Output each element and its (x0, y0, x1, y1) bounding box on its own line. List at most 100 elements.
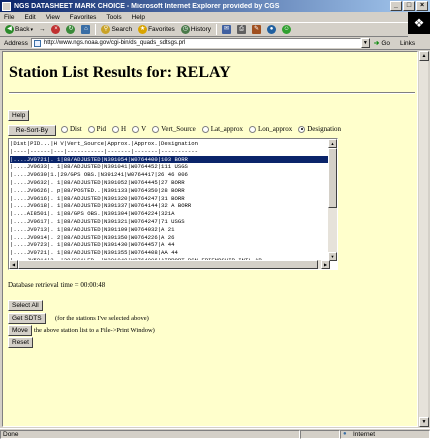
radio-button[interactable] (152, 125, 160, 133)
scroll-right-button[interactable]: ▶ (321, 260, 330, 269)
radio-button[interactable] (87, 125, 95, 133)
station-list-item[interactable]: |....JV0721|. 1|88/ADJUSTED|N391355|W076… (10, 249, 328, 257)
radio-button[interactable] (201, 125, 209, 133)
address-input[interactable]: http://www.ngs.noaa.gov/cgi-bin/ds_quads… (30, 38, 361, 48)
refresh-icon: ↻ (66, 25, 76, 34)
radio-button[interactable] (61, 125, 68, 133)
favorites-icon: ★ (138, 25, 148, 34)
sort-options: Dist Pid H V Vert_Source Lat_approx Lon_… (61, 125, 341, 133)
station-list-item[interactable]: |....JV0617|. 1|88/ADJUSTED|N391321|W076… (10, 218, 328, 226)
sort-option-pid[interactable]: Pid (87, 125, 106, 133)
radio-button[interactable] (249, 125, 257, 133)
discuss-button[interactable]: ● (265, 24, 278, 36)
station-list-item[interactable]: |Dist|PID...|H V|Vert_Source|Approx.|App… (10, 140, 328, 148)
listbox-vertical-scrollbar[interactable]: ▲ ▼ (328, 139, 337, 261)
search-icon: ⚲ (101, 25, 111, 34)
help-button[interactable]: Help (8, 110, 30, 121)
toolbar: ◀ Back ▾ → × ↻ ⌂ ⚲ Search ★ Favorites ◷ … (0, 23, 408, 37)
station-listbox[interactable]: |Dist|PID...|H V|Vert_Source|Approx.|App… (8, 138, 338, 270)
station-list-item[interactable]: |....JV0721|. 1|88/ADJUSTED|N391054|W076… (10, 155, 328, 164)
move-button[interactable]: Move (8, 325, 32, 336)
station-list-item[interactable]: |....JV0626|. p|88/POSTED..|N391133|W076… (10, 187, 328, 195)
station-list-item[interactable]: |....JV0616|. 1|88/ADJUSTED|N391320|W076… (10, 195, 328, 203)
listbox-vertical-thumb[interactable] (328, 148, 337, 208)
station-list-item[interactable]: |....JV0914|. 2|88/ADJUSTED|N391350|W076… (10, 234, 328, 242)
sort-option-dist[interactable]: Dist (61, 125, 82, 133)
select-all-button[interactable]: Select All (8, 300, 43, 311)
reset-button[interactable]: Reset (8, 337, 33, 348)
refresh-button[interactable]: ↻ (64, 24, 77, 36)
page-title: Station List Results for: RELAY (9, 64, 231, 81)
home-icon: ⌂ (81, 25, 91, 34)
print-button[interactable]: ⎙ (235, 24, 248, 36)
radio-button-checked[interactable] (298, 125, 306, 133)
menu-tools[interactable]: Tools (106, 14, 121, 21)
menu-edit[interactable]: Edit (24, 14, 35, 21)
close-button[interactable]: × (416, 1, 428, 11)
minimize-button[interactable]: _ (390, 1, 402, 11)
station-list-item[interactable]: |....JV0632|. 1|88/ADJUSTED|N391052|W076… (10, 179, 328, 187)
station-list-item[interactable]: |....JV0723|. 1|88/ADJUSTED|N391430|W076… (10, 241, 328, 249)
back-button[interactable]: ◀ Back ▾ (3, 24, 35, 36)
forward-arrow-icon: → (38, 26, 46, 33)
horizontal-rule (9, 92, 415, 94)
sort-option-vert-source[interactable]: Vert_Source (152, 125, 196, 133)
listbox-horizontal-thumb[interactable] (18, 260, 318, 269)
maximize-button[interactable]: □ (403, 1, 415, 11)
edit-icon: ✎ (252, 25, 262, 34)
station-list-item[interactable]: |....AI8501|. 1|88/GPS OBS.|N391304|W076… (10, 210, 328, 218)
window-title: NGS DATASHEET MARK CHOICE - Microsoft In… (14, 2, 280, 10)
sort-option-lon-approx[interactable]: Lon_approx (249, 125, 292, 133)
radio-button[interactable] (112, 125, 120, 133)
favorites-button[interactable]: ★ Favorites (136, 24, 177, 36)
menu-file[interactable]: File (4, 14, 14, 21)
edit-button[interactable]: ✎ (250, 24, 263, 36)
links-button[interactable]: Links (400, 40, 415, 47)
scroll-left-button[interactable]: ◀ (9, 260, 18, 269)
go-button[interactable]: ➔ Go (374, 39, 390, 48)
status-text: Done (0, 429, 300, 439)
retrieval-time: Database retrieval time = 00:00:48 (8, 281, 106, 289)
menu-favorites[interactable]: Favorites (70, 14, 97, 21)
menu-bar: File Edit View Favorites Tools Help ❖ (0, 12, 430, 34)
sort-label: V (141, 125, 147, 133)
status-done: Done (3, 430, 19, 438)
station-list-item[interactable]: |....JV0633|. 1|88/ADJUSTED|N391041|W076… (10, 163, 328, 171)
sort-label: Dist (70, 125, 82, 133)
get-sdts-note: (for the stations I've selected above) (55, 315, 149, 322)
sort-option-h[interactable]: H (112, 125, 126, 133)
search-button[interactable]: ⚲ Search (99, 24, 134, 36)
window-titlebar: NGS DATASHEET MARK CHOICE - Microsoft In… (0, 0, 430, 12)
get-sdts-button[interactable]: Get SDTS (8, 313, 46, 324)
sort-option-v[interactable]: V (132, 125, 146, 133)
address-dropdown-button[interactable]: ▼ (360, 38, 370, 48)
status-bar: Done ● Internet (0, 428, 430, 439)
station-list-item[interactable]: |----|------|---|-----------|-------|---… (10, 148, 328, 156)
page-scroll-up-button[interactable]: ▲ (419, 51, 429, 61)
history-label: History (190, 26, 212, 33)
page-scroll-down-button[interactable]: ▼ (419, 417, 429, 427)
print-icon: ⎙ (237, 25, 247, 34)
resort-button[interactable]: Re-Sort-By (8, 125, 56, 136)
page-icon (33, 40, 41, 47)
history-icon: ◷ (180, 25, 190, 34)
sort-option-lat-approx[interactable]: Lat_approx (201, 125, 243, 133)
radio-button[interactable] (132, 125, 140, 133)
sort-label: Designation (307, 125, 342, 133)
station-list-item[interactable]: |....JV0713|. 1|88/ADJUSTED|N391109|W076… (10, 226, 328, 234)
messenger-button[interactable]: ☺ (280, 24, 293, 36)
listbox-horizontal-scrollbar[interactable]: ◀ ▶ (9, 260, 330, 269)
forward-button[interactable]: → (37, 24, 48, 36)
home-button[interactable]: ⌂ (79, 24, 92, 36)
station-list-item[interactable]: |....JV0630|1.|29/GPS OBS.|N391241|W0764… (10, 171, 328, 179)
stop-button[interactable]: × (49, 24, 62, 36)
page-vertical-scrollbar[interactable]: ▲ ▼ (418, 51, 429, 427)
search-label: Search (111, 26, 133, 33)
scroll-up-button[interactable]: ▲ (328, 139, 337, 148)
station-list-item[interactable]: |....JV0618|. 1|88/ADJUSTED|N391337|W076… (10, 202, 328, 210)
menu-help[interactable]: Help (132, 14, 145, 21)
menu-view[interactable]: View (46, 14, 60, 21)
mail-button[interactable]: ✉ (220, 24, 233, 36)
history-button[interactable]: ◷ History (179, 24, 213, 36)
sort-option-designation[interactable]: Designation (298, 125, 341, 133)
